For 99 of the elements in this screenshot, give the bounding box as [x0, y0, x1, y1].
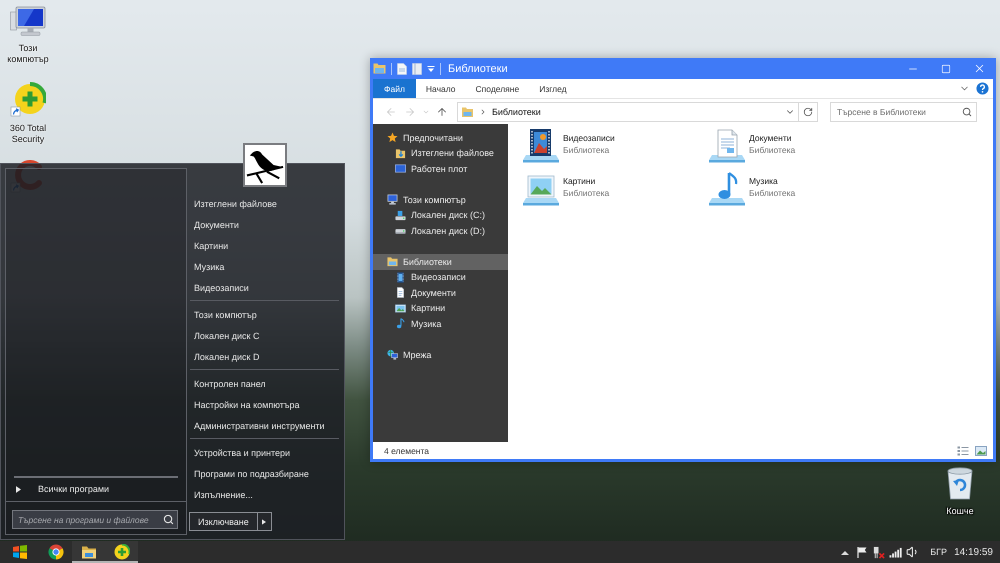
nav-item[interactable]: Локален диск (C:) — [373, 208, 508, 223]
search-icon — [962, 106, 972, 116]
input-language[interactable]: БГР — [930, 547, 948, 557]
library-type: Библиотека — [749, 188, 796, 198]
nav-item[interactable]: Предпочитани — [373, 130, 508, 146]
triangle-icon — [16, 486, 21, 492]
trash-bin-icon[interactable] — [945, 465, 975, 501]
menu-item[interactable]: Изтеглени файлове — [189, 193, 277, 214]
monitor-icon — [387, 194, 398, 206]
arrow-left-icon — [384, 106, 396, 118]
nav-item[interactable]: Този компютър — [373, 192, 508, 208]
folder-icon[interactable] — [373, 63, 386, 74]
library-name[interactable]: Документи — [749, 132, 796, 142]
library-type: Библиотека — [563, 144, 610, 154]
shutdown-button[interactable]: Изключване — [189, 512, 258, 531]
arrow-up-icon — [436, 106, 448, 118]
large-icons-view-icon — [975, 446, 987, 456]
ribbon-tab[interactable]: Изглед — [529, 79, 577, 98]
maximize-icon — [941, 64, 951, 74]
large-icons-view-button[interactable] — [974, 444, 988, 458]
clock[interactable]: 14:19:59 — [954, 546, 993, 558]
plus-circle-icon — [114, 544, 130, 560]
menu-item[interactable]: Картини — [189, 235, 228, 256]
help-icon[interactable] — [976, 82, 989, 95]
folder-icon — [387, 256, 398, 268]
notebook-icon[interactable] — [412, 62, 422, 74]
menu-item[interactable]: Настройки на компютъра — [189, 394, 300, 415]
nav-item[interactable]: Видеозаписи — [373, 270, 508, 285]
flag-icon — [856, 546, 868, 558]
refresh-icon — [803, 106, 813, 116]
taskbar-app-button[interactable] — [105, 541, 138, 563]
round-logo-icon — [48, 544, 64, 560]
all-programs-button[interactable]: Всички програми — [6, 481, 110, 497]
taskbar-app-button[interactable] — [72, 541, 105, 563]
menu-item[interactable]: Документи — [189, 214, 239, 235]
screen-icon — [395, 163, 406, 174]
star-icon — [387, 132, 398, 144]
ribbon-tab[interactable]: Споделяне — [466, 79, 530, 98]
nav-item[interactable]: Библиотеки — [373, 254, 508, 270]
window-title: Библиотеки — [448, 62, 508, 74]
nav-item[interactable]: Локален диск (D:) — [373, 223, 508, 238]
menu-item[interactable]: Изпълнение... — [189, 484, 253, 505]
film-strip-icon[interactable] — [522, 128, 560, 164]
menu-item[interactable]: Контролен панел — [189, 373, 266, 394]
menu-item[interactable]: Административни инструменти — [189, 415, 325, 436]
library-name[interactable]: Музика — [749, 176, 796, 186]
triangle-icon — [262, 518, 266, 524]
folder-icon — [80, 545, 96, 559]
menu-item[interactable]: Програми по подразбиране — [189, 463, 309, 484]
caret-up-icon — [840, 550, 849, 554]
address-field[interactable]: Библиотеки — [457, 102, 799, 122]
library-name[interactable]: Видеозаписи — [563, 132, 615, 142]
item-count: 4 елемента — [384, 446, 430, 456]
music-note-icon — [395, 318, 406, 330]
arrow-right-icon — [404, 106, 416, 118]
details-view-icon — [957, 446, 969, 456]
plus-circle-icon[interactable] — [10, 82, 46, 118]
bird-picture-icon[interactable] — [243, 143, 287, 187]
monitor-icon[interactable] — [10, 6, 46, 38]
ribbon-tab[interactable]: Файл — [373, 79, 416, 98]
menu-item[interactable]: Този компютър — [189, 304, 257, 325]
signal-bars-icon — [889, 546, 902, 558]
shutdown-options-button[interactable] — [258, 512, 272, 531]
nav-item[interactable]: Мрежа — [373, 347, 508, 362]
library-name[interactable]: Картини — [563, 176, 610, 186]
menu-item[interactable]: Видеозаписи — [189, 277, 249, 298]
network-icon — [387, 349, 398, 360]
picture-icon — [395, 302, 406, 314]
document-icon — [395, 287, 406, 298]
nav-item[interactable]: Документи — [373, 285, 508, 300]
search-field[interactable]: Търсене на програми и файлове — [12, 510, 178, 529]
film-icon — [395, 272, 406, 283]
library-type: Библиотека — [749, 144, 796, 154]
dropdown-caret-icon[interactable] — [427, 64, 435, 72]
desktop-icon-label[interactable]: 360 Total Security — [1, 123, 55, 145]
nav-item[interactable]: Музика — [373, 316, 508, 332]
search-icon — [163, 514, 174, 525]
flag-logo-icon — [12, 544, 28, 560]
music-note-icon[interactable] — [708, 170, 746, 206]
chevron-right-icon — [479, 108, 487, 116]
network-error-icon — [872, 546, 886, 558]
refresh-button[interactable] — [799, 102, 818, 122]
document-icon[interactable] — [708, 128, 746, 164]
ribbon-tab[interactable]: Начало — [416, 79, 466, 98]
nav-item[interactable]: Изтеглени файлове — [373, 146, 508, 161]
folder-arrow-icon — [395, 148, 406, 159]
page-icon[interactable] — [397, 62, 407, 74]
menu-item[interactable]: Локален диск C — [189, 325, 260, 346]
drive-icon — [395, 210, 406, 221]
menu-item[interactable]: Музика — [189, 256, 224, 277]
details-view-button[interactable] — [956, 444, 970, 458]
menu-item[interactable]: Локален диск D — [189, 346, 260, 367]
nav-item[interactable]: Работен плот — [373, 161, 508, 176]
menu-item[interactable]: Устройства и принтери — [189, 442, 290, 463]
folder-icon — [461, 106, 474, 118]
desktop-icon-label[interactable]: Този компютър — [1, 43, 55, 65]
nav-item[interactable]: Картини — [373, 300, 508, 316]
library-type: Библиотека — [563, 188, 610, 198]
desktop-icon-label[interactable]: Кошче — [933, 506, 987, 517]
